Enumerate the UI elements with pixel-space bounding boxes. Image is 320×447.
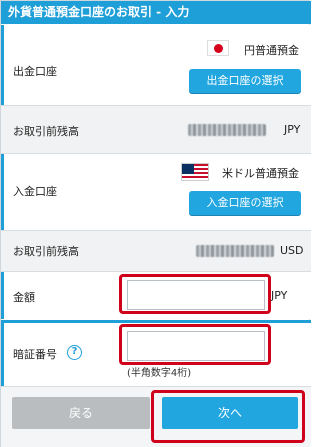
deposit-balance-row: お取引前残高 USD — [1, 231, 311, 271]
page-title: 外貨普通預金口座のお取引 - 入力 — [1, 1, 311, 24]
pin-format-note: (半角数字4桁) — [127, 368, 192, 379]
pin-highlight-frame — [119, 324, 271, 365]
withdrawal-balance-currency: JPY — [284, 123, 301, 136]
withdrawal-balance-row: お取引前残高 JPY — [1, 106, 311, 153]
row-accent-bar — [1, 272, 4, 319]
us-flag-icon — [181, 163, 209, 181]
withdrawal-account-name: 円普通預金 — [244, 44, 299, 57]
select-withdrawal-account-button[interactable]: 出金口座の選択 — [189, 69, 301, 93]
pin-label: 暗証番号 — [13, 348, 57, 361]
next-button-highlight-frame — [151, 390, 305, 443]
row-accent-bar — [1, 25, 4, 105]
withdrawal-account-row: 出金口座 円普通預金 出金口座の選択 — [1, 25, 311, 105]
amount-highlight-frame — [119, 274, 271, 314]
amount-label: 金額 — [13, 291, 35, 304]
withdrawal-balance-label: お取引前残高 — [13, 125, 79, 138]
help-icon[interactable]: ? — [67, 345, 82, 360]
deposit-balance-masked — [196, 245, 274, 257]
amount-currency: JPY — [271, 289, 288, 302]
select-deposit-account-button[interactable]: 入金口座の選択 — [189, 191, 301, 215]
row-accent-bar — [1, 323, 4, 386]
withdrawal-balance-masked — [188, 124, 266, 136]
japan-flag-icon — [207, 40, 229, 56]
deposit-account-label: 入金口座 — [13, 185, 57, 198]
deposit-balance-label: お取引前残高 — [13, 245, 79, 258]
transaction-form-frame: 外貨普通預金口座のお取引 - 入力 出金口座 円普通預金 出金口座の選択 お取引… — [0, 0, 311, 447]
back-button[interactable]: 戻る — [12, 397, 150, 429]
deposit-balance-currency: USD — [280, 244, 304, 257]
withdrawal-account-label: 出金口座 — [13, 65, 57, 78]
deposit-account-row: 入金口座 米ドル普通預金 入金口座の選択 — [1, 154, 311, 230]
deposit-account-name: 米ドル普通預金 — [222, 167, 299, 180]
row-accent-bar — [1, 154, 4, 230]
